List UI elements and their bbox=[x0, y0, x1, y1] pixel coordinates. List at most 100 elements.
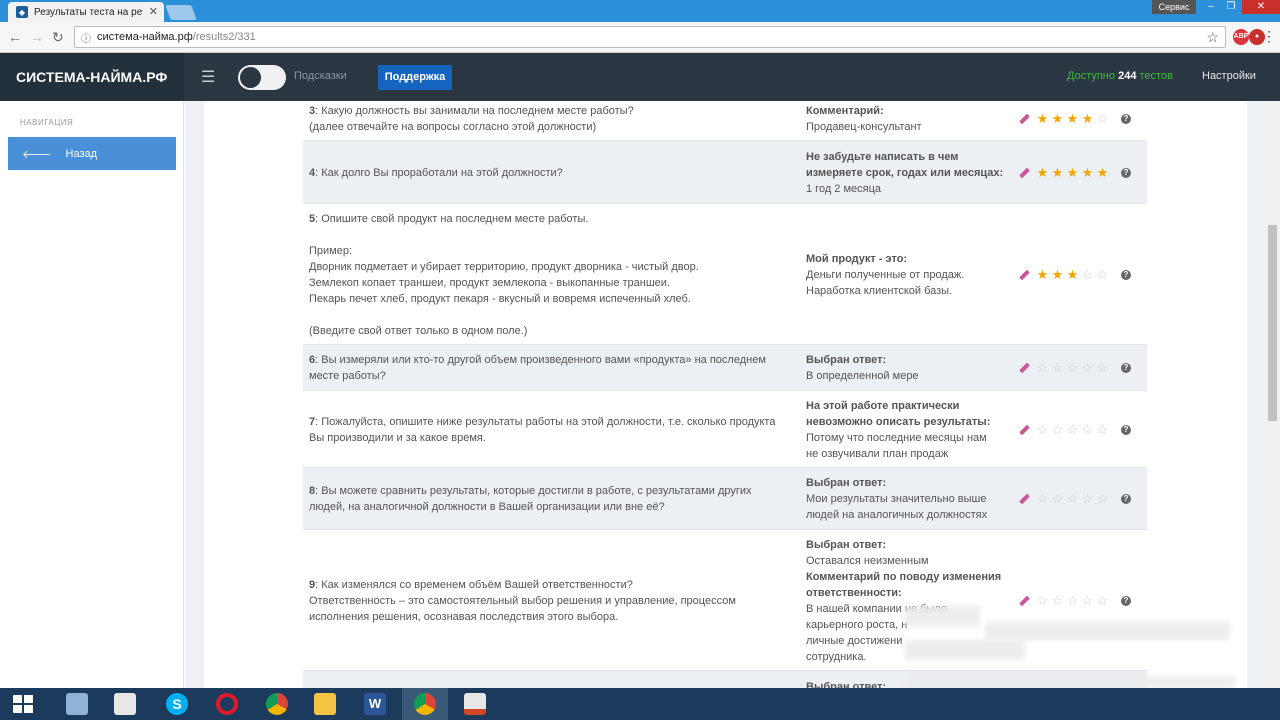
forward-arrow-icon[interactable]: → bbox=[30, 29, 44, 45]
star-icon[interactable]: ☆ bbox=[1080, 268, 1095, 281]
page-scrollbar[interactable] bbox=[1265, 101, 1280, 688]
page-info-icon[interactable]: ⓘ bbox=[81, 30, 91, 45]
windows-start-icon[interactable] bbox=[0, 688, 46, 720]
star-icon[interactable]: ☆ bbox=[1080, 361, 1095, 374]
hints-toggle[interactable] bbox=[238, 65, 286, 90]
back-button[interactable]: 🡐 Назад bbox=[8, 137, 176, 170]
edit-pencil-icon[interactable] bbox=[1018, 269, 1029, 280]
rating-stars[interactable]: ★ ★ ★ ☆ ☆ bbox=[1018, 268, 1128, 281]
star-icon[interactable]: ★ bbox=[1050, 268, 1065, 281]
scrollbar-thumb[interactable] bbox=[1268, 225, 1277, 421]
edit-pencil-icon[interactable] bbox=[1018, 362, 1029, 373]
results-panel: 3: Какую должность вы занимали на послед… bbox=[204, 101, 1247, 688]
opera-icon[interactable] bbox=[204, 688, 250, 720]
rating-stars[interactable]: ☆ ☆ ☆ ☆ ☆ bbox=[1018, 594, 1128, 607]
table-row: 3: Какую должность вы занимали на послед… bbox=[303, 101, 1147, 141]
rating-stars[interactable]: ☆ ☆ ☆ ☆ ☆ bbox=[1018, 361, 1128, 374]
reload-icon[interactable]: ↻ bbox=[52, 29, 64, 46]
adblock-icon[interactable]: ABP bbox=[1233, 29, 1249, 45]
star-icon[interactable]: ☆ bbox=[1050, 361, 1065, 374]
star-icon[interactable]: ★ bbox=[1065, 166, 1080, 179]
star-icon[interactable]: ☆ bbox=[1080, 594, 1095, 607]
edit-pencil-icon[interactable] bbox=[1018, 595, 1029, 606]
star-icon[interactable]: ☆ bbox=[1035, 492, 1050, 505]
help-icon[interactable]: ? bbox=[1121, 363, 1131, 373]
file-explorer-icon[interactable] bbox=[302, 688, 348, 720]
word-icon[interactable]: W bbox=[352, 688, 398, 720]
tab-close-icon[interactable]: ✕ bbox=[149, 5, 158, 18]
help-icon[interactable]: ? bbox=[1121, 168, 1131, 178]
back-arrow-icon[interactable]: ← bbox=[8, 29, 22, 45]
chrome-active-icon[interactable] bbox=[402, 688, 448, 720]
star-icon[interactable]: ☆ bbox=[1065, 492, 1080, 505]
bookmark-star-icon[interactable]: ☆ bbox=[1206, 29, 1219, 46]
help-icon[interactable]: ? bbox=[1121, 596, 1131, 606]
star-icon[interactable]: ☆ bbox=[1095, 492, 1110, 505]
help-icon[interactable]: ? bbox=[1121, 114, 1131, 124]
presentation-icon[interactable] bbox=[452, 688, 498, 720]
star-icon[interactable]: ☆ bbox=[1035, 594, 1050, 607]
star-icon[interactable]: ☆ bbox=[1095, 268, 1110, 281]
star-icon[interactable]: ★ bbox=[1035, 268, 1050, 281]
star-icon[interactable]: ☆ bbox=[1050, 492, 1065, 505]
support-button[interactable]: Поддержка bbox=[378, 65, 452, 90]
app-header: СИСТЕМА-НАЙМА.РФ ☰ Подсказки Поддержка Д… bbox=[0, 53, 1280, 101]
calculator-icon[interactable] bbox=[54, 688, 100, 720]
servis-button[interactable]: Сервис bbox=[1152, 0, 1196, 14]
edit-pencil-icon[interactable] bbox=[1018, 167, 1029, 178]
hamburger-menu-icon[interactable]: ☰ bbox=[201, 67, 215, 87]
settings-link[interactable]: Настройки bbox=[1202, 70, 1256, 82]
question-text: Пекарь печет хлеб, продукт пекаря - вкус… bbox=[309, 293, 691, 305]
star-icon[interactable]: ☆ bbox=[1080, 423, 1095, 436]
skype-icon[interactable]: S bbox=[154, 688, 200, 720]
star-icon[interactable]: ★ bbox=[1080, 112, 1095, 125]
edit-pencil-icon[interactable] bbox=[1018, 424, 1029, 435]
chrome-icon[interactable] bbox=[254, 688, 300, 720]
rating-stars[interactable]: ★ ★ ★ ★ ☆ bbox=[1018, 112, 1128, 125]
rating-stars[interactable]: ★ ★ ★ ★ ★ bbox=[1018, 166, 1128, 179]
question-text: 5: Опишите свой продукт на последнем мес… bbox=[309, 213, 589, 225]
star-icon[interactable]: ☆ bbox=[1080, 492, 1095, 505]
answer-cell: На этой работе практически невозможно опи… bbox=[806, 398, 1006, 462]
maximize-icon[interactable]: ❐ bbox=[1218, 0, 1244, 14]
star-icon[interactable]: ☆ bbox=[1095, 361, 1110, 374]
browser-tab[interactable]: ◆ Результаты теста на ре ✕ bbox=[8, 2, 164, 22]
notepad-pen-icon[interactable] bbox=[102, 688, 148, 720]
star-icon[interactable]: ★ bbox=[1035, 112, 1050, 125]
address-bar-row: ← → ↻ ⓘ система-найма.рф /results2/331 ☆… bbox=[0, 22, 1280, 53]
star-icon[interactable]: ★ bbox=[1095, 166, 1110, 179]
edit-pencil-icon[interactable] bbox=[1018, 493, 1029, 504]
help-icon[interactable]: ? bbox=[1121, 494, 1131, 504]
star-icon[interactable]: ☆ bbox=[1050, 594, 1065, 607]
window-close-icon[interactable]: ✕ bbox=[1242, 0, 1280, 14]
question-text: исполнения решения, осознавая последстви… bbox=[309, 611, 619, 623]
help-icon[interactable]: ? bbox=[1121, 425, 1131, 435]
question-text: Вы производили и за какое время. bbox=[309, 432, 486, 444]
star-icon[interactable]: ☆ bbox=[1095, 423, 1110, 436]
help-icon[interactable]: ? bbox=[1121, 270, 1131, 280]
site-logo[interactable]: СИСТЕМА-НАЙМА.РФ bbox=[0, 53, 184, 101]
star-icon[interactable]: ☆ bbox=[1035, 423, 1050, 436]
rating-stars[interactable]: ☆ ☆ ☆ ☆ ☆ bbox=[1018, 423, 1128, 436]
rating-stars[interactable]: ☆ ☆ ☆ ☆ ☆ bbox=[1018, 492, 1128, 505]
star-icon[interactable]: ★ bbox=[1035, 166, 1050, 179]
star-icon[interactable]: ☆ bbox=[1050, 423, 1065, 436]
star-icon[interactable]: ★ bbox=[1050, 112, 1065, 125]
answer-label: Выбран ответ: bbox=[806, 354, 887, 366]
new-tab-button[interactable] bbox=[165, 5, 197, 20]
star-icon[interactable]: ☆ bbox=[1065, 423, 1080, 436]
edit-pencil-icon[interactable] bbox=[1018, 113, 1029, 124]
question-number: 7 bbox=[309, 416, 316, 428]
browser-menu-icon[interactable]: ⋮ bbox=[1262, 28, 1276, 45]
star-icon[interactable]: ★ bbox=[1065, 268, 1080, 281]
star-icon[interactable]: ☆ bbox=[1065, 361, 1080, 374]
url-input[interactable]: ⓘ система-найма.рф /results2/331 ☆ bbox=[74, 26, 1226, 48]
star-icon[interactable]: ★ bbox=[1065, 112, 1080, 125]
star-icon[interactable]: ☆ bbox=[1095, 594, 1110, 607]
star-icon[interactable]: ★ bbox=[1050, 166, 1065, 179]
star-icon[interactable]: ★ bbox=[1080, 166, 1095, 179]
star-icon[interactable]: ☆ bbox=[1035, 361, 1050, 374]
star-icon[interactable]: ☆ bbox=[1065, 594, 1080, 607]
star-icon[interactable]: ☆ bbox=[1095, 112, 1110, 125]
answer-cell: Не забудьте написать в чем измеряете срок… bbox=[806, 149, 1006, 197]
